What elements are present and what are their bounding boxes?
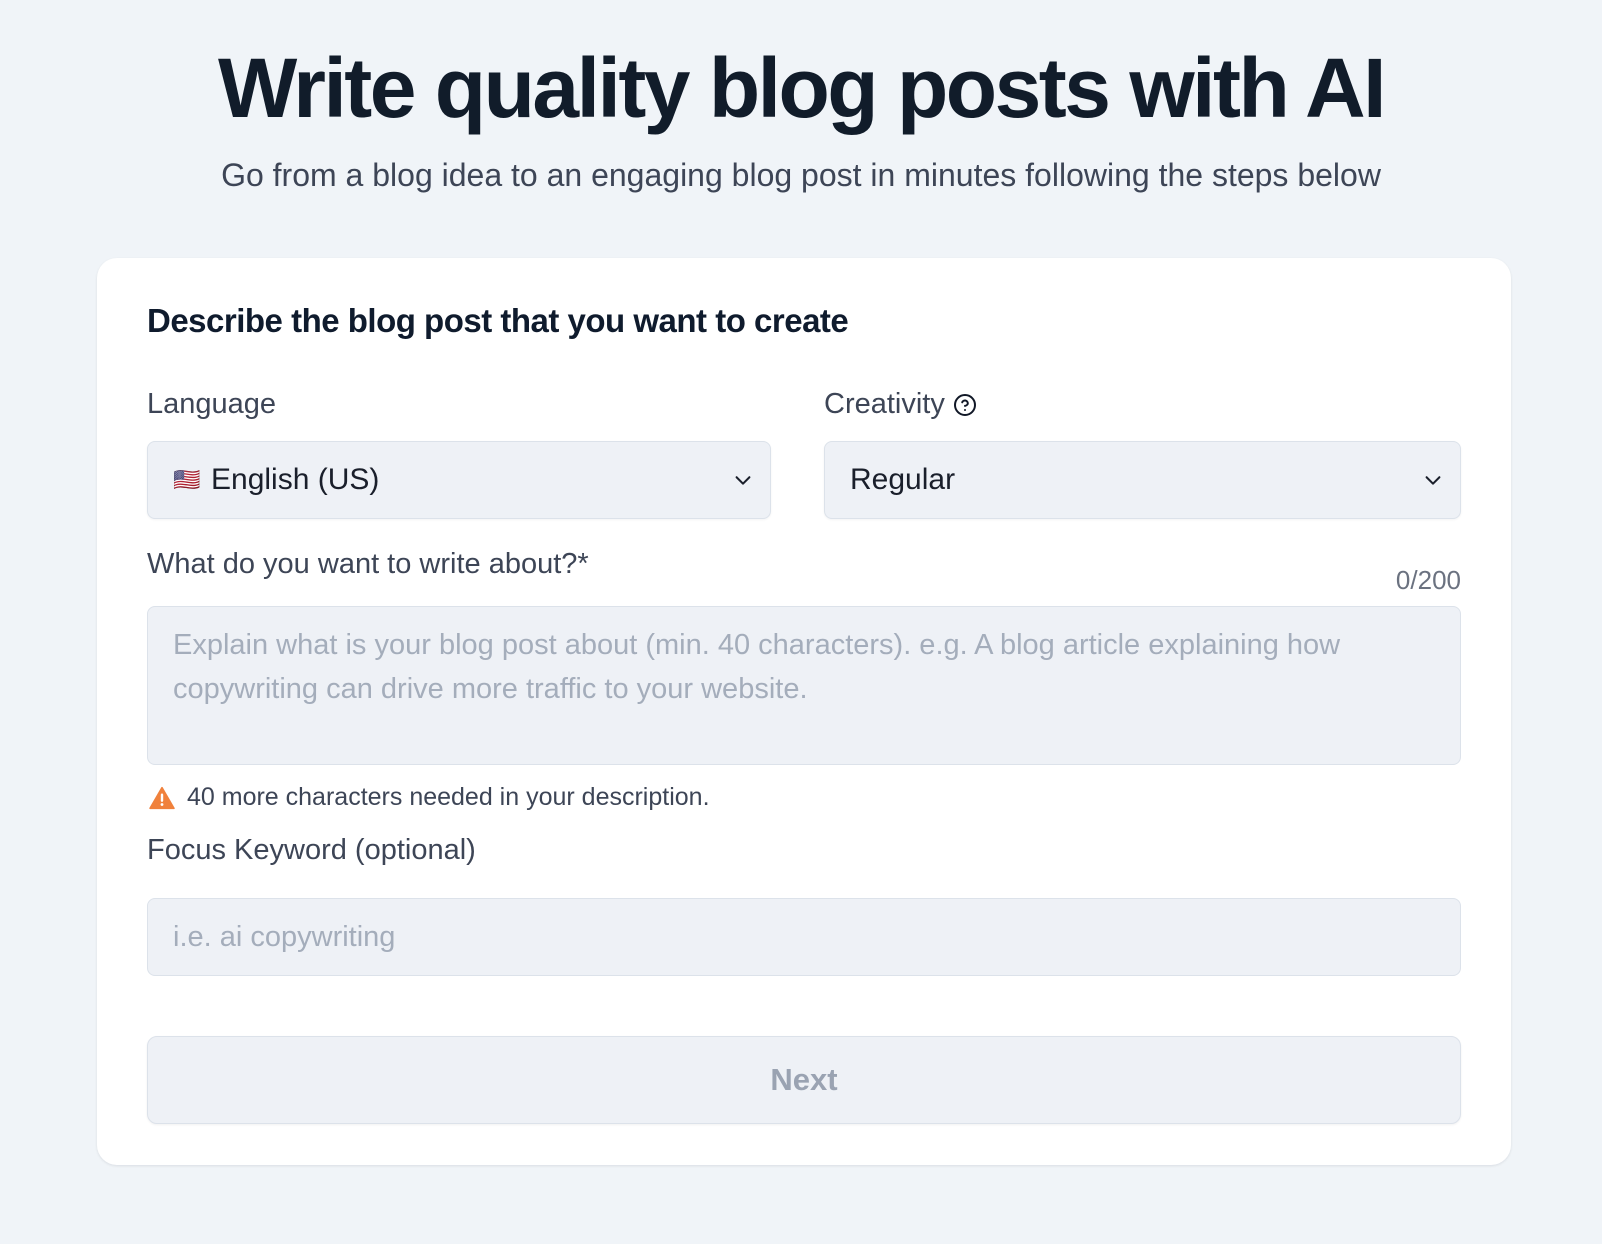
question-circle-icon[interactable] (953, 393, 977, 417)
warning-text: 40 more characters needed in your descri… (187, 783, 710, 811)
language-label-text: Language (147, 388, 277, 420)
page-title: Write quality blog posts with AI (217, 41, 1387, 135)
blog-form-card: Describe the blog post that you want to … (97, 258, 1511, 1165)
creativity-selected-value: Regular (850, 463, 956, 496)
topic-label: What do you want to write about?* (147, 548, 589, 581)
character-warning: 40 more characters needed in your descri… (149, 783, 710, 812)
language-selected-value: English (US) (211, 463, 380, 496)
topic-label-text: What do you want to write about?* (147, 548, 589, 580)
warning-triangle-icon (149, 785, 175, 811)
chevron-down-icon (1422, 469, 1444, 491)
us-flag-icon: 🇺🇸 (173, 467, 201, 492)
keyword-label-text: Focus Keyword (optional) (147, 834, 476, 866)
next-button[interactable]: Next (147, 1036, 1461, 1124)
focus-keyword-input[interactable]: i.e. ai copywriting (147, 898, 1461, 976)
creativity-select[interactable]: Regular (824, 441, 1461, 519)
character-counter: 0/200 (1395, 565, 1461, 595)
form-heading: Describe the blog post that you want to … (147, 302, 849, 339)
creativity-label-text: Creativity (824, 388, 945, 420)
keyword-label: Focus Keyword (optional) (147, 834, 476, 867)
page-subtitle: Go from a blog idea to an engaging blog … (221, 157, 1381, 193)
language-select[interactable]: 🇺🇸 English (US) (147, 441, 771, 519)
creativity-label: Creativity (824, 388, 977, 421)
topic-textarea[interactable]: Explain what is your blog post about (mi… (147, 606, 1461, 765)
language-label: Language (147, 388, 276, 421)
chevron-down-icon (732, 469, 754, 491)
